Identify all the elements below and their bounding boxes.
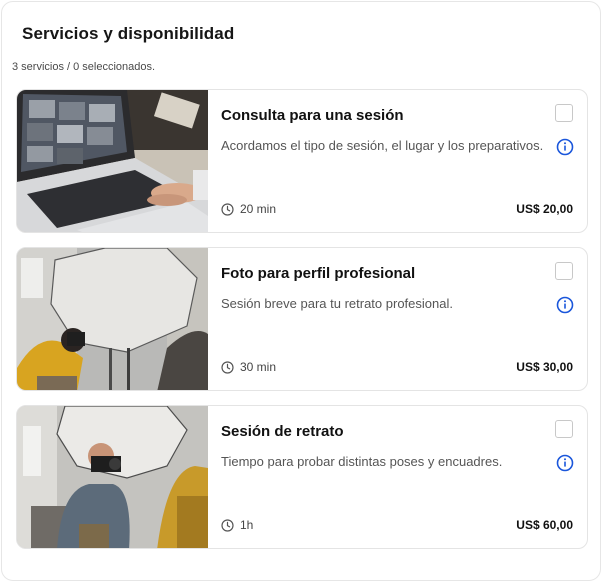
service-duration: 30 min — [221, 360, 276, 374]
service-name: Consulta para una sesión — [221, 107, 404, 124]
clock-icon — [221, 360, 234, 374]
select-service-checkbox[interactable] — [555, 104, 573, 122]
duration-label: 1h — [240, 518, 254, 532]
clock-icon — [221, 518, 234, 532]
service-image-laptop — [17, 90, 208, 232]
duration-label: 30 min — [240, 360, 277, 374]
select-service-checkbox[interactable] — [555, 262, 573, 280]
service-description: Acordamos el tipo de sesión, el lugar y … — [221, 138, 544, 153]
service-name: Foto para perfil profesional — [221, 265, 416, 282]
service-image-portrait — [17, 406, 208, 548]
service-card[interactable]: Foto para perfil profesional Sesión brev… — [16, 247, 588, 391]
service-duration: 1h — [221, 518, 253, 532]
service-card[interactable]: Sesión de retrato Tiempo para probar dis… — [16, 405, 588, 549]
service-card[interactable]: Consulta para una sesión Acordamos el ti… — [16, 89, 588, 233]
select-service-checkbox[interactable] — [555, 420, 573, 438]
clock-icon — [221, 202, 234, 216]
selection-summary: 3 servicios / 0 seleccionados. — [12, 61, 156, 73]
service-price: US$ 30,00 — [516, 360, 573, 374]
info-circle-icon[interactable] — [556, 138, 574, 156]
duration-label: 20 min — [240, 202, 277, 216]
service-price: US$ 60,00 — [516, 518, 573, 532]
service-price: US$ 20,00 — [516, 202, 573, 216]
info-circle-icon[interactable] — [556, 454, 574, 472]
service-name: Sesión de retrato — [221, 423, 344, 440]
panel-title: Servicios y disponibilidad — [22, 24, 235, 43]
service-description: Tiempo para probar distintas poses y enc… — [221, 454, 503, 469]
service-duration: 20 min — [221, 202, 276, 216]
info-circle-icon[interactable] — [556, 296, 574, 314]
service-image-softbox — [17, 248, 208, 390]
service-description: Sesión breve para tu retrato profesional… — [221, 296, 453, 311]
